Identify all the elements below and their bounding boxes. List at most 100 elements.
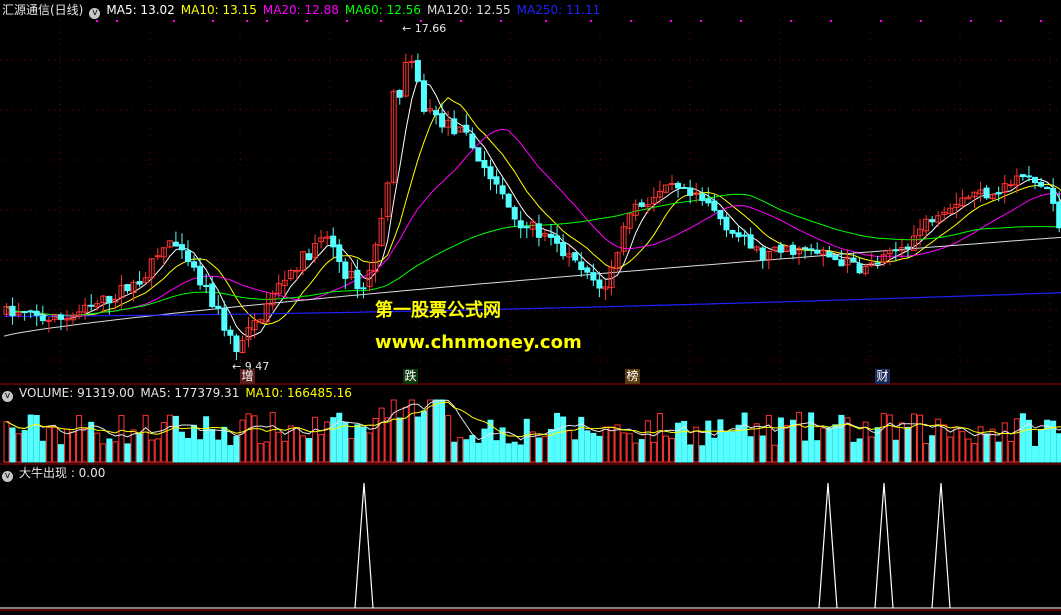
volume-bar-down: [687, 444, 694, 463]
volume-bar-down: [185, 437, 191, 463]
volume-bar-down: [705, 420, 712, 463]
candle-down: [21, 311, 28, 314]
candle-down: [759, 247, 766, 261]
volume-bar-down: [221, 426, 228, 463]
volume-bar-down: [57, 444, 64, 463]
candle-down: [1038, 181, 1045, 187]
price-annotations: ← 17.66← 9.47: [96, 20, 1042, 373]
marker-dot: [380, 20, 382, 22]
candle-down: [475, 147, 482, 162]
volume-bar-down: [929, 435, 936, 463]
marker-dot: [266, 20, 268, 22]
volume-bar-up: [324, 421, 331, 463]
event-tag-cai[interactable]: 财: [875, 369, 890, 384]
candle-down: [717, 210, 724, 220]
candle-down: [638, 202, 645, 207]
volume-bar-down: [33, 415, 40, 463]
volume-bar-down: [306, 438, 312, 463]
marker-dot: [173, 20, 175, 22]
candle-down: [802, 247, 809, 250]
ma250-line: [4, 292, 1061, 317]
volume-settings-icon[interactable]: v: [2, 391, 13, 402]
volume-bar-up: [783, 424, 790, 463]
candle-down: [535, 223, 542, 238]
volume-bars: [3, 399, 1061, 463]
candle-down: [874, 262, 881, 265]
volume-bar-down: [354, 424, 361, 463]
candle-down: [929, 219, 936, 223]
volume-bar-down: [802, 440, 809, 463]
candle-down: [493, 176, 500, 185]
volume-bar-down: [414, 416, 421, 463]
marker-dot: [630, 20, 632, 22]
candle-down: [191, 261, 198, 268]
volume-bar-down: [360, 426, 367, 463]
volume-bar-up: [626, 433, 633, 463]
ma10-label: MA10: 13.15: [180, 3, 257, 17]
candle-down: [197, 265, 204, 286]
settings-toggle-icon[interactable]: v: [89, 8, 101, 19]
volume-bar-down: [517, 444, 524, 463]
volume-bar-up: [898, 422, 905, 463]
bull-signal-spike: [874, 482, 894, 609]
candle-down: [747, 234, 754, 249]
volume-bar-down: [136, 433, 143, 463]
volume-bar-down: [584, 430, 591, 463]
volume-ma-lines: [6, 399, 1061, 441]
candle-down: [306, 253, 312, 261]
volume-bar-up: [118, 415, 125, 463]
volume-bar-up: [45, 426, 52, 463]
candle-down: [511, 207, 518, 220]
volume-bar-down: [838, 414, 845, 463]
volume-bar-up: [765, 414, 772, 463]
volume-bar-up: [154, 438, 161, 463]
event-tag-bang-label: 榜: [626, 369, 639, 383]
candle-down: [451, 118, 458, 135]
candle-down: [826, 251, 833, 258]
volume-bar-down: [995, 441, 1002, 463]
event-tag-zeng[interactable]: 增: [240, 369, 255, 384]
marker-dot: [590, 20, 592, 22]
candle-down: [39, 315, 46, 322]
candle-down: [342, 261, 349, 279]
volume-bar-down: [451, 441, 458, 463]
candle-down: [838, 259, 845, 267]
ma10-line: [6, 96, 1061, 326]
volume-bar-down: [439, 399, 446, 463]
candle-down: [433, 110, 440, 116]
volume-bar-up: [390, 399, 397, 463]
marker-dot: [346, 20, 348, 22]
candle-down: [227, 329, 234, 336]
marker-dot: [306, 20, 308, 22]
volume-bar-up: [965, 438, 972, 463]
marker-dot: [880, 20, 882, 22]
indicator-signals: [0, 482, 1061, 609]
volume-bar-down: [511, 441, 518, 463]
candle-down: [185, 250, 191, 262]
volume-bar-down: [523, 418, 530, 463]
candle-down: [790, 244, 796, 255]
volume-bar-up: [868, 436, 875, 463]
candle-down: [777, 244, 784, 253]
volume-bar-up: [275, 431, 282, 463]
indicator-settings-icon[interactable]: v: [2, 471, 13, 482]
volume-bar-up: [693, 426, 700, 463]
marker-dot: [740, 20, 742, 22]
volume-bar-up: [70, 431, 77, 463]
event-tag-die[interactable]: 跌: [403, 369, 418, 384]
bull-signal-spike: [931, 482, 951, 609]
candle-down: [1019, 174, 1026, 178]
indicator-label: 大牛出现 : 0.00: [19, 466, 106, 480]
volume-bar-up: [76, 415, 83, 463]
volume-bar-down: [21, 430, 28, 463]
volume-bar-down: [711, 437, 718, 463]
candle-down: [705, 198, 712, 204]
volume-bar-down: [1056, 433, 1061, 463]
ma20-label: MA20: 12.88: [262, 3, 339, 17]
marker-dot: [246, 20, 248, 22]
indicator-panel-header: v 大牛出现 : 0.00: [2, 465, 111, 482]
candle-up: [669, 182, 675, 185]
event-tag-bang[interactable]: 榜: [625, 369, 640, 384]
volume-bar-down: [178, 431, 185, 463]
volume-bar-down: [481, 428, 488, 463]
